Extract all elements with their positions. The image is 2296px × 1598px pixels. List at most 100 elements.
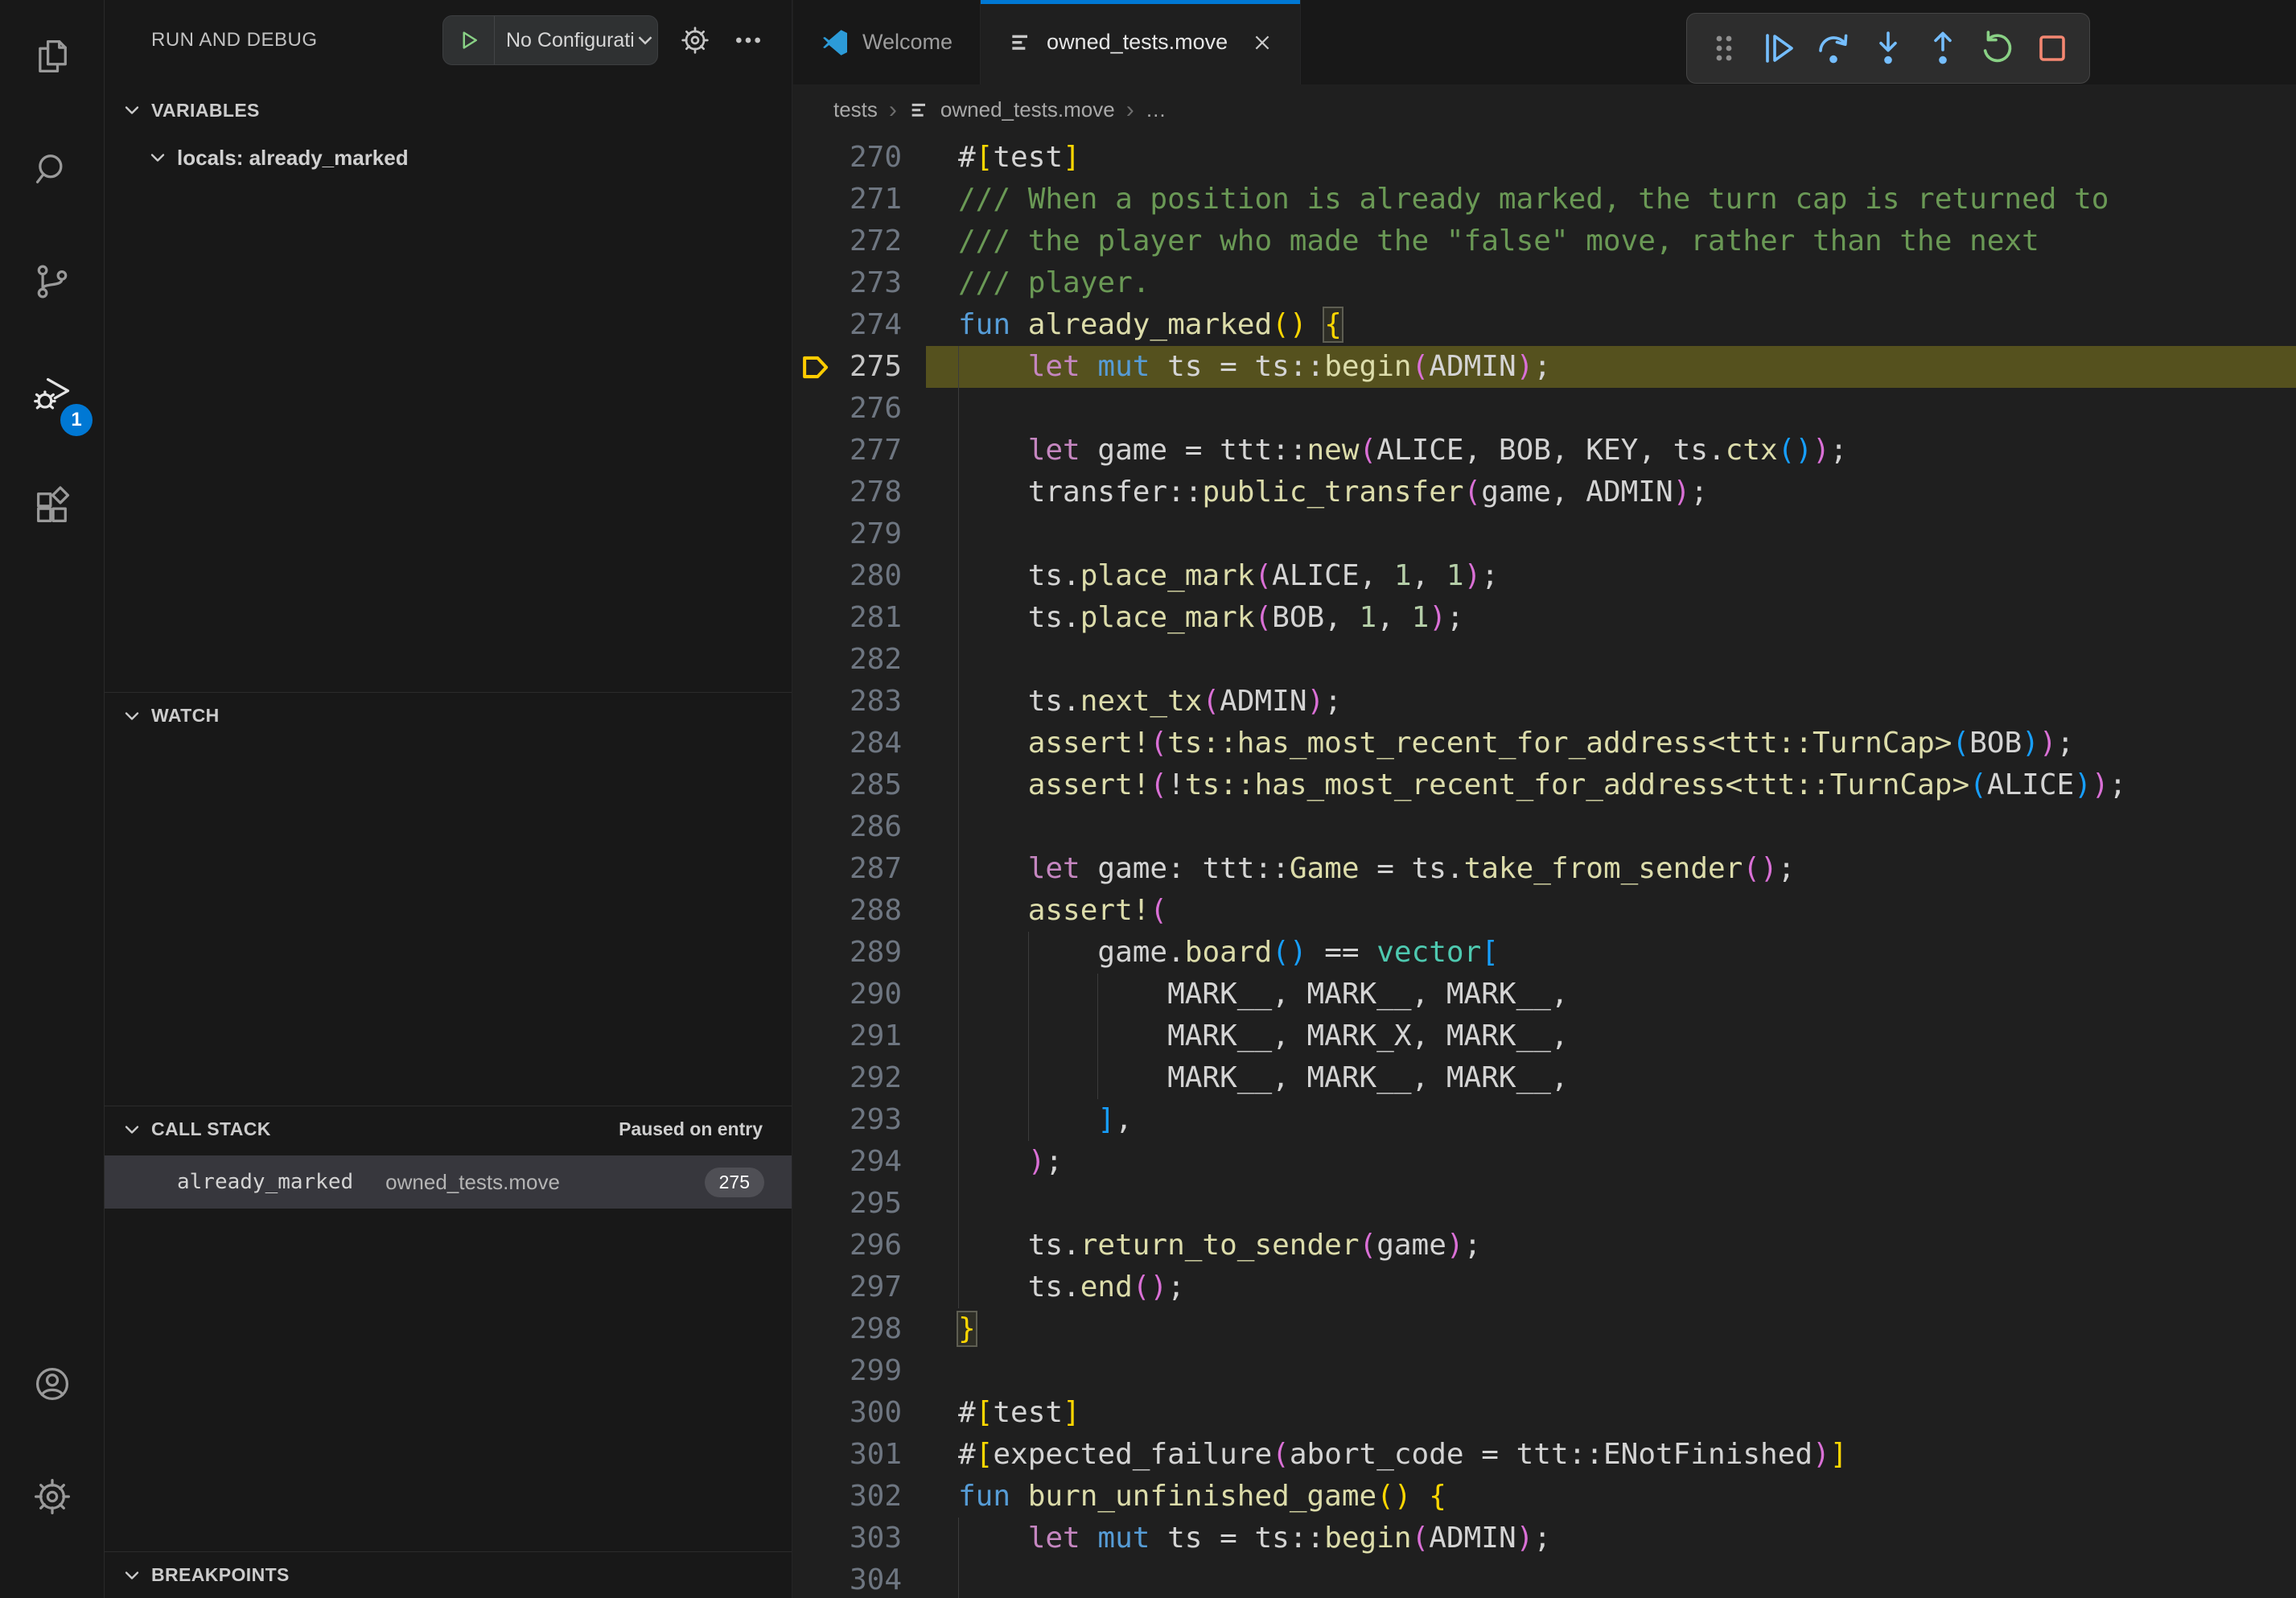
config-dropdown-chevron[interactable]	[633, 28, 657, 52]
code-line-295[interactable]: 295	[793, 1183, 2296, 1225]
gutter-282[interactable]: 282	[793, 639, 926, 681]
code-line-288[interactable]: 288 assert!(	[793, 890, 2296, 932]
gutter-294[interactable]: 294	[793, 1141, 926, 1183]
activity-bar-source-control[interactable]	[0, 225, 104, 338]
gutter-272[interactable]: 272	[793, 220, 926, 262]
activity-bar-account[interactable]	[0, 1328, 104, 1440]
variables-locals-row[interactable]: locals: already_marked	[105, 135, 792, 180]
gutter-298[interactable]: 298	[793, 1308, 926, 1350]
gutter-274[interactable]: 274	[793, 304, 926, 346]
code-line-299[interactable]: 299	[793, 1350, 2296, 1392]
gutter-299[interactable]: 299	[793, 1350, 926, 1392]
code-line-276[interactable]: 276	[793, 388, 2296, 430]
code-line-303[interactable]: 303 let mut ts = ts::begin(ADMIN);	[793, 1518, 2296, 1559]
code-line-272[interactable]: 272/// the player who made the "false" m…	[793, 220, 2296, 262]
gutter-295[interactable]: 295	[793, 1183, 926, 1225]
gutter-273[interactable]: 273	[793, 262, 926, 304]
code-line-281[interactable]: 281 ts.place_mark(BOB, 1, 1);	[793, 597, 2296, 639]
gutter-278[interactable]: 278	[793, 472, 926, 513]
gutter-271[interactable]: 271	[793, 179, 926, 220]
gutter-287[interactable]: 287	[793, 848, 926, 890]
code-line-270[interactable]: 270#[test]	[793, 137, 2296, 179]
activity-bar-search[interactable]	[0, 113, 104, 225]
step-out-button[interactable]	[1919, 24, 1967, 72]
gutter-279[interactable]: 279	[793, 513, 926, 555]
gutter-297[interactable]: 297	[793, 1266, 926, 1308]
gutter-284[interactable]: 284	[793, 723, 926, 764]
gutter-280[interactable]: 280	[793, 555, 926, 597]
code-lines[interactable]: 270#[test]271/// When a position is alre…	[793, 137, 2296, 1598]
code-line-285[interactable]: 285 assert!(!ts::has_most_recent_for_add…	[793, 764, 2296, 806]
code-line-287[interactable]: 287 let game: ttt::Game = ts.take_from_s…	[793, 848, 2296, 890]
code-line-277[interactable]: 277 let game = ttt::new(ALICE, BOB, KEY,…	[793, 430, 2296, 472]
toolbar-drag-handle[interactable]	[1700, 24, 1748, 72]
code-line-273[interactable]: 273/// player.	[793, 262, 2296, 304]
section-call-stack[interactable]: CALL STACK Paused on entry	[105, 1106, 792, 1152]
stop-button[interactable]	[2028, 24, 2076, 72]
code-line-290[interactable]: 290 MARK__, MARK__, MARK__,	[793, 974, 2296, 1015]
section-breakpoints[interactable]: BREAKPOINTS	[105, 1551, 792, 1598]
gutter-293[interactable]: 293	[793, 1099, 926, 1141]
step-into-button[interactable]	[1864, 24, 1912, 72]
code-line-291[interactable]: 291 MARK__, MARK_X, MARK__,	[793, 1015, 2296, 1057]
more-actions-button[interactable]	[732, 24, 764, 56]
continue-button[interactable]	[1755, 24, 1803, 72]
code-line-302[interactable]: 302fun burn_unfinished_game() {	[793, 1476, 2296, 1518]
gutter-290[interactable]: 290	[793, 974, 926, 1015]
code-line-280[interactable]: 280 ts.place_mark(ALICE, 1, 1);	[793, 555, 2296, 597]
code-line-296[interactable]: 296 ts.return_to_sender(game);	[793, 1225, 2296, 1266]
code-line-275[interactable]: 275 let mut ts = ts::begin(ADMIN);	[793, 346, 2296, 388]
activity-bar-extensions[interactable]	[0, 451, 104, 563]
gutter-303[interactable]: 303	[793, 1518, 926, 1559]
breadcrumb-more[interactable]: …	[1146, 97, 1167, 122]
gutter-281[interactable]: 281	[793, 597, 926, 639]
config-dropdown[interactable]: No Configurations	[495, 29, 633, 52]
activity-bar-run-and-debug[interactable]: 1	[0, 338, 104, 451]
code-line-283[interactable]: 283 ts.next_tx(ADMIN);	[793, 681, 2296, 723]
step-over-button[interactable]	[1809, 24, 1858, 72]
tab-owned-tests[interactable]: owned_tests.move	[981, 0, 1301, 84]
gutter-292[interactable]: 292	[793, 1057, 926, 1099]
section-watch[interactable]: WATCH	[105, 692, 792, 739]
debug-settings-button[interactable]	[679, 24, 711, 56]
code-line-304[interactable]: 304	[793, 1559, 2296, 1598]
gutter-289[interactable]: 289	[793, 932, 926, 974]
gutter-275[interactable]: 275	[793, 346, 926, 388]
gutter-288[interactable]: 288	[793, 890, 926, 932]
gutter-291[interactable]: 291	[793, 1015, 926, 1057]
section-variables[interactable]: VARIABLES	[105, 87, 792, 134]
close-tab-button[interactable]	[1252, 32, 1273, 53]
code-line-297[interactable]: 297 ts.end();	[793, 1266, 2296, 1308]
gutter-286[interactable]: 286	[793, 806, 926, 848]
gutter-296[interactable]: 296	[793, 1225, 926, 1266]
gutter-270[interactable]: 270	[793, 137, 926, 179]
gutter-300[interactable]: 300	[793, 1392, 926, 1434]
breadcrumb-tests[interactable]: tests	[833, 97, 878, 122]
gutter-277[interactable]: 277	[793, 430, 926, 472]
code-line-284[interactable]: 284 assert!(ts::has_most_recent_for_addr…	[793, 723, 2296, 764]
gutter-285[interactable]: 285	[793, 764, 926, 806]
code-line-301[interactable]: 301#[expected_failure(abort_code = ttt::…	[793, 1434, 2296, 1476]
call-stack-frame[interactable]: already_marked owned_tests.move 275	[105, 1155, 792, 1209]
restart-button[interactable]	[1973, 24, 2022, 72]
code-line-300[interactable]: 300#[test]	[793, 1392, 2296, 1434]
activity-bar-settings[interactable]	[0, 1440, 104, 1553]
code-line-298[interactable]: 298}	[793, 1308, 2296, 1350]
tab-welcome[interactable]: Welcome	[793, 0, 981, 84]
start-debug-button[interactable]	[443, 16, 495, 64]
breadcrumb-file[interactable]: owned_tests.move	[940, 97, 1115, 122]
code-line-274[interactable]: 274fun already_marked() {	[793, 304, 2296, 346]
code-line-279[interactable]: 279	[793, 513, 2296, 555]
code-line-289[interactable]: 289 game.board() == vector[	[793, 932, 2296, 974]
code-line-292[interactable]: 292 MARK__, MARK__, MARK__,	[793, 1057, 2296, 1099]
gutter-302[interactable]: 302	[793, 1476, 926, 1518]
code-line-294[interactable]: 294 );	[793, 1141, 2296, 1183]
gutter-304[interactable]: 304	[793, 1559, 926, 1598]
code-line-271[interactable]: 271/// When a position is already marked…	[793, 179, 2296, 220]
gutter-283[interactable]: 283	[793, 681, 926, 723]
code-line-278[interactable]: 278 transfer::public_transfer(game, ADMI…	[793, 472, 2296, 513]
code-line-286[interactable]: 286	[793, 806, 2296, 848]
gutter-276[interactable]: 276	[793, 388, 926, 430]
code-line-282[interactable]: 282	[793, 639, 2296, 681]
code-line-293[interactable]: 293 ],	[793, 1099, 2296, 1141]
